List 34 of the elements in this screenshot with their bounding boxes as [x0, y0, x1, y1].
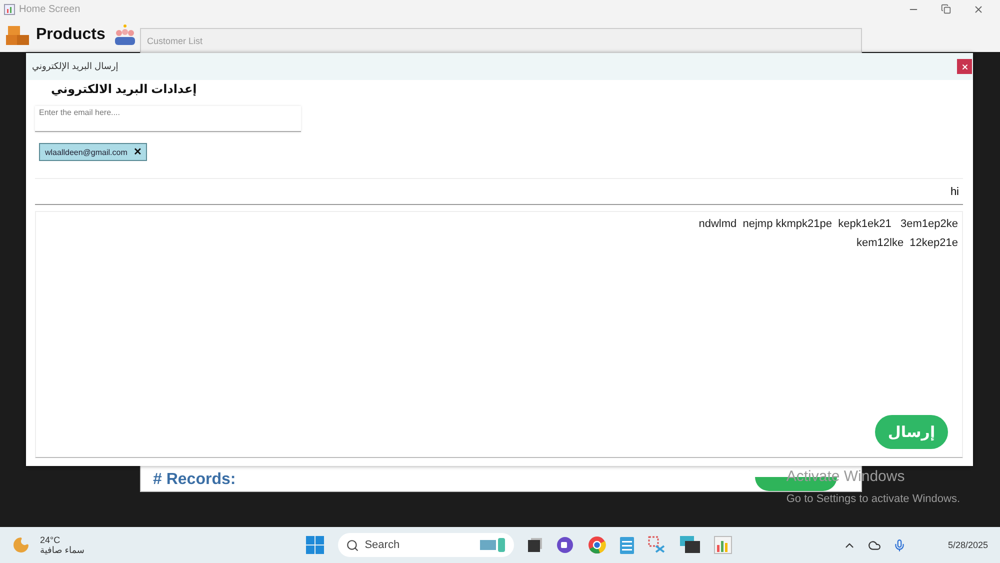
notepad-icon[interactable]	[620, 536, 634, 554]
chat-icon[interactable]	[556, 536, 574, 554]
search-field[interactable]: Search	[338, 533, 514, 557]
email-field[interactable]: Enter the email here....	[35, 106, 301, 132]
close-icon[interactable]	[973, 4, 984, 14]
remote-desktop-icon[interactable]	[680, 536, 700, 554]
boxes-icon[interactable]	[6, 24, 30, 46]
app-icon	[4, 4, 15, 14]
activation-text: Go to Settings to activate Windows.	[786, 493, 960, 505]
email-address: wlaalldeen@gmail.com	[45, 148, 128, 156]
search-icon	[346, 538, 359, 552]
message-line: ndwlmd nejmp kkmpk21pe kepk1ek21 3em1ep2ke	[698, 218, 958, 230]
temperature: 24°C	[40, 534, 62, 544]
products-label[interactable]: Products	[36, 26, 106, 44]
microphone-icon[interactable]	[892, 538, 906, 552]
subject-field[interactable]: hi	[35, 178, 963, 205]
restore-icon[interactable]	[941, 4, 951, 14]
dialog-title: إرسال البريد الإلكتروني	[32, 61, 118, 72]
close-button[interactable]	[957, 59, 972, 74]
date-text[interactable]: 5/28/2025	[918, 540, 988, 550]
close-icon	[960, 62, 968, 70]
chrome-icon[interactable]	[588, 536, 606, 554]
cloud-icon[interactable]	[868, 538, 881, 552]
remove-button[interactable]: ✕	[133, 146, 142, 158]
message-line: kem12lke 12kep21e	[856, 237, 958, 249]
records-label: # Records:	[153, 471, 236, 489]
chart-app-icon[interactable]	[714, 536, 732, 554]
window-title: Home Screen	[19, 4, 82, 14]
weather-text: سماء صافية	[40, 544, 84, 556]
task-view-icon[interactable]	[528, 538, 542, 552]
section-heading: إعدادات البريد الالكتروني	[51, 82, 197, 96]
start-icon[interactable]	[306, 536, 324, 554]
people-icon[interactable]	[113, 24, 138, 46]
window-title: Customer List	[147, 36, 203, 46]
